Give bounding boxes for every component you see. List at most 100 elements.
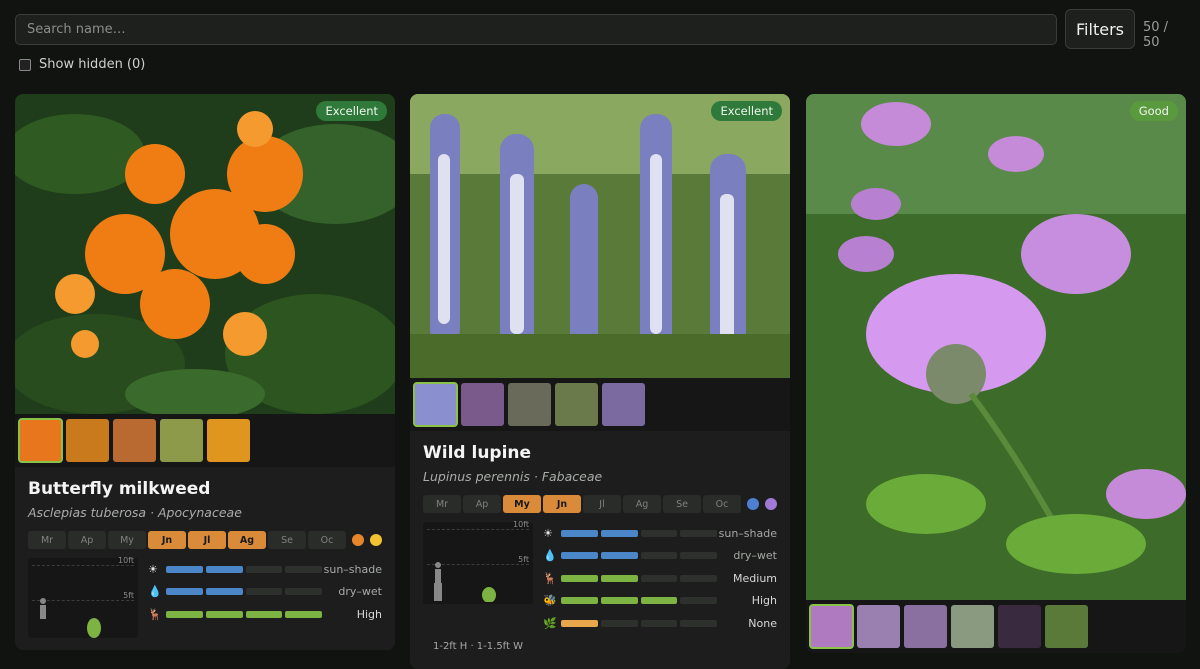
filters-button[interactable]: Filters: [1065, 9, 1135, 49]
thumbnail-strip: [806, 600, 1186, 653]
month-cell: My: [503, 495, 541, 513]
month-cell: Jl: [188, 531, 226, 549]
plant-name: Butterfly milkweed: [28, 479, 211, 499]
condition-row: 💧 dry–wet: [543, 545, 777, 568]
thumbnail[interactable]: [951, 605, 994, 648]
condition-label: None: [748, 616, 777, 630]
month-cell: Jl: [583, 495, 621, 513]
sun-icon: ☀: [148, 562, 158, 576]
month-cell: Se: [663, 495, 701, 513]
condition-segment: [285, 565, 322, 573]
height-tick: 10ft: [513, 520, 529, 529]
thumbnail[interactable]: [160, 419, 203, 462]
condition-segment: [166, 565, 203, 573]
month-cell: My: [108, 531, 146, 549]
condition-segment: [245, 565, 283, 573]
condition-segment: [561, 574, 598, 582]
thumbnail[interactable]: [998, 605, 1041, 648]
thumbnail[interactable]: [857, 605, 900, 648]
bee-icon: 🐝: [543, 594, 557, 608]
month-cell: Oc: [308, 531, 346, 549]
show-hidden-label: Show hidden (0): [39, 57, 146, 72]
condition-row: ☀ sun–shade: [543, 522, 777, 545]
bloom-calendar: Mr Ap My Jn Jl Ag Se Oc: [423, 495, 777, 513]
condition-segment: [561, 597, 598, 605]
plant-photo[interactable]: Excellent: [410, 94, 790, 378]
plant-card[interactable]: Excellent Butterfly milkweed Asclepias t…: [15, 94, 395, 650]
deer-icon: 🦌: [148, 607, 162, 621]
show-hidden-checkbox[interactable]: [19, 58, 31, 71]
rating-badge: Excellent: [711, 101, 782, 121]
condition-label: sun–shade: [718, 526, 777, 540]
plant-photo[interactable]: Good: [806, 94, 1186, 600]
condition-label: Medium: [733, 571, 777, 585]
month-cell: Oc: [703, 495, 741, 513]
thumbnail[interactable]: [1045, 605, 1088, 648]
thumbnail[interactable]: [508, 383, 551, 426]
bloom-calendar: Mr Ap My Jn Jl Ag Se Oc: [28, 531, 382, 549]
thumbnail[interactable]: [555, 383, 598, 426]
height-figure: [40, 598, 101, 638]
plant-photo[interactable]: Excellent: [15, 94, 395, 414]
milkweed-image: [15, 94, 395, 414]
thumbnail[interactable]: [461, 383, 504, 426]
condition-segment: [600, 597, 638, 605]
thumbnail[interactable]: [809, 604, 854, 649]
condition-row: 🦌 Medium: [543, 567, 777, 590]
rating-badge: Good: [1129, 101, 1178, 121]
lupine-image: [410, 94, 790, 378]
condition-segment: [680, 529, 717, 537]
condition-segment: [166, 588, 203, 596]
thumbnail[interactable]: [113, 419, 156, 462]
condition-segment: [600, 619, 638, 627]
thumbnail[interactable]: [66, 419, 109, 462]
thumbnail[interactable]: [904, 605, 947, 648]
thumbnail[interactable]: [602, 383, 645, 426]
month-cell: Ap: [68, 531, 106, 549]
condition-segment: [561, 552, 598, 560]
condition-segment: [640, 597, 678, 605]
condition-label: dry–wet: [338, 585, 382, 599]
thumbnail-strip: [410, 378, 790, 431]
condition-label: sun–shade: [323, 562, 382, 576]
condition-segment: [205, 588, 243, 596]
condition-segment: [600, 529, 638, 537]
month-cell: Ag: [623, 495, 661, 513]
condition-segment: [680, 619, 717, 627]
month-cell: Ap: [463, 495, 501, 513]
condition-segment: [600, 574, 638, 582]
condition-row: 🦌 High: [148, 603, 382, 626]
condition-segment: [561, 619, 598, 627]
month-cell: Mr: [423, 495, 461, 513]
toolbar: Filters 50 / 50: [15, 9, 1185, 50]
water-drop-icon: 💧: [543, 549, 557, 563]
condition-row: 🐝 High: [543, 590, 777, 613]
plant-latin-name: Asclepias tuberosa · Apocynaceae: [28, 505, 242, 520]
plant-name: Wild lupine: [423, 443, 532, 463]
condition-segment: [205, 610, 243, 618]
condition-segment: [640, 619, 678, 627]
search-input[interactable]: [15, 14, 1057, 45]
height-chart: 10ft 5ft: [28, 556, 138, 638]
condition-segment: [680, 574, 717, 582]
month-cell: Jn: [543, 495, 581, 513]
plant-dimensions: 1-2ft H · 1-1.5ft W: [432, 640, 524, 652]
height-tick: 10ft: [118, 556, 134, 565]
condition-row: ☀ sun–shade: [148, 558, 382, 581]
plant-card[interactable]: Good: [806, 94, 1186, 653]
plant-card[interactable]: Excellent Wild lupine Lupinus perennis ·…: [410, 94, 790, 669]
thumbnail-strip: [15, 414, 395, 467]
condition-row: 💧 dry–wet: [148, 581, 382, 604]
condition-segment: [680, 597, 717, 605]
growing-conditions: ☀ sun–shade 💧 dry–wet 🦌 Medium 🐝 High 🌿 None: [543, 522, 777, 635]
flower-color-dot: [747, 498, 759, 510]
month-cell: Mr: [28, 531, 66, 549]
thumbnail[interactable]: [18, 418, 63, 463]
condition-segment: [640, 552, 678, 560]
condition-segment: [640, 574, 678, 582]
thumbnail[interactable]: [413, 382, 458, 427]
thumbnail[interactable]: [207, 419, 250, 462]
water-drop-icon: 💧: [148, 585, 162, 599]
show-hidden-toggle[interactable]: Show hidden (0): [19, 57, 145, 72]
height-figure: [434, 562, 496, 602]
